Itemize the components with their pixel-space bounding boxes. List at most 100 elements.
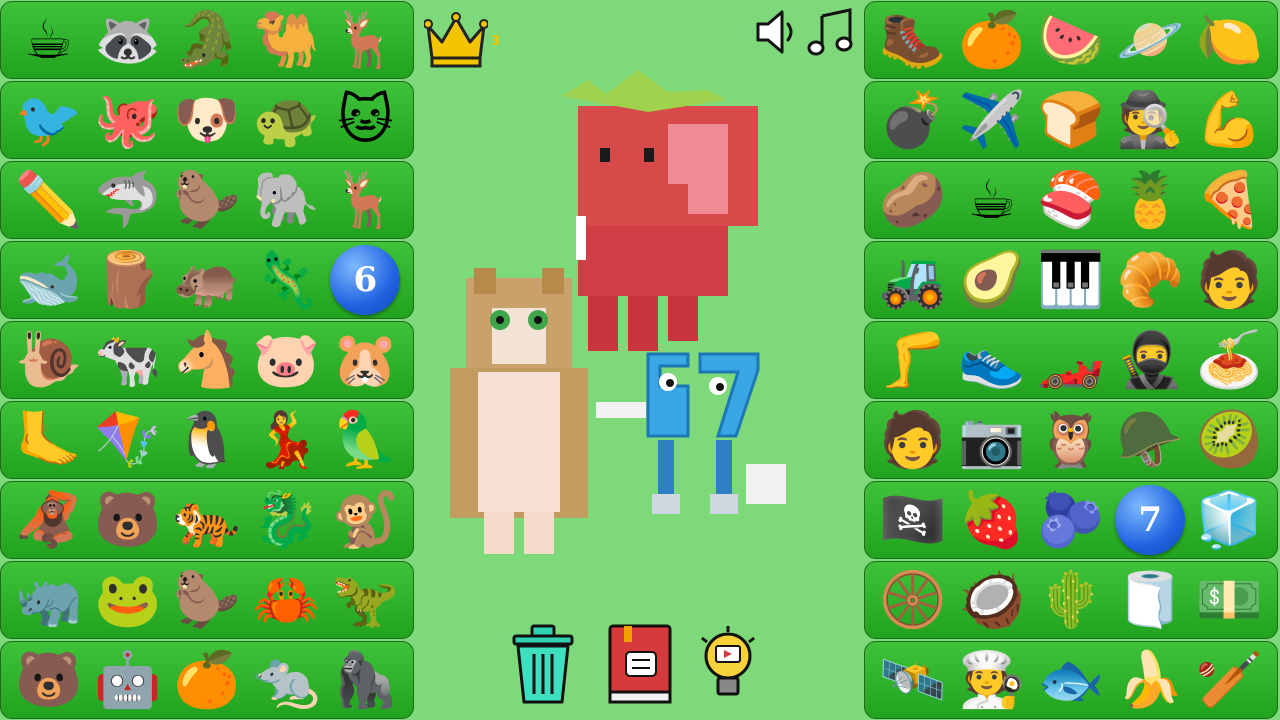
trash-can-icon[interactable] bbox=[504, 622, 582, 706]
croissant-icon[interactable]: 🥐 bbox=[1114, 244, 1186, 316]
horse-icon[interactable]: 🐴 bbox=[171, 324, 243, 396]
rhino-icon[interactable]: 🦏 bbox=[13, 564, 85, 636]
elephant-icon[interactable]: 🐘 bbox=[250, 164, 322, 236]
pizza-icon[interactable]: 🍕 bbox=[1193, 164, 1265, 236]
octopus-icon[interactable]: 🐙 bbox=[92, 84, 164, 156]
spaghetti-icon[interactable]: 🍝 bbox=[1193, 324, 1265, 396]
grapefruit-icon[interactable]: 🍊 bbox=[956, 4, 1028, 76]
pigeon-icon[interactable]: 🐦 bbox=[13, 84, 85, 156]
ninja-icon[interactable]: 🥷 bbox=[1114, 324, 1186, 396]
strawberry-icon[interactable]: 🍓 bbox=[956, 484, 1028, 556]
kiwi-icon[interactable]: 🥝 bbox=[1193, 404, 1265, 476]
number-seven-ball-icon[interactable]: 7 bbox=[1114, 484, 1186, 556]
pencil-icon[interactable]: ✏️ bbox=[13, 164, 85, 236]
rat-icon[interactable]: 🐀 bbox=[250, 644, 322, 716]
potato-icon[interactable]: 🥔 bbox=[877, 164, 949, 236]
left-row-4: 🐋 🪵 🦛 🦎 6 bbox=[0, 241, 414, 319]
legs-icon[interactable]: 🦵 bbox=[877, 324, 949, 396]
sixty-seven-robot-character[interactable] bbox=[596, 344, 796, 520]
prisoner-icon[interactable]: 🧑 bbox=[1193, 244, 1265, 316]
race-car-icon[interactable]: 🏎️ bbox=[1035, 324, 1107, 396]
orangutan-icon[interactable]: 🦧 bbox=[13, 484, 85, 556]
crab-icon[interactable]: 🦀 bbox=[250, 564, 322, 636]
sneakers-icon[interactable]: 👟 bbox=[956, 324, 1028, 396]
money-stack-icon[interactable]: 💵 bbox=[1193, 564, 1265, 636]
sound-speaker-icon[interactable] bbox=[752, 6, 802, 58]
music-note-icon[interactable] bbox=[806, 6, 856, 58]
crown-icon[interactable] bbox=[424, 12, 488, 70]
axolotl-icon[interactable]: 🦎 bbox=[250, 244, 322, 316]
deer-icon[interactable]: 🦌 bbox=[329, 164, 401, 236]
frog-icon[interactable]: 🐸 bbox=[92, 564, 164, 636]
parrot-icon[interactable]: 🦜 bbox=[329, 404, 401, 476]
satellite-icon[interactable]: 🛰️ bbox=[877, 644, 949, 716]
rapper-icon[interactable]: 🧑 bbox=[877, 404, 949, 476]
fridge-icon[interactable]: 🧊 bbox=[1193, 484, 1265, 556]
tank-icon[interactable]: 🪖 bbox=[1114, 404, 1186, 476]
capybara-icon[interactable]: 🦫 bbox=[171, 564, 243, 636]
shark-icon[interactable]: 🦈 bbox=[92, 164, 164, 236]
owl-icon[interactable]: 🦉 bbox=[1035, 404, 1107, 476]
mafia-man-icon[interactable]: 🕵️ bbox=[1114, 84, 1186, 156]
avocado-icon[interactable]: 🥑 bbox=[956, 244, 1028, 316]
gorilla-icon[interactable]: 🦍 bbox=[329, 644, 401, 716]
snail-icon[interactable]: 🐌 bbox=[13, 324, 85, 396]
cappuccino-icon[interactable]: ☕ bbox=[956, 164, 1028, 236]
tire-icon[interactable]: 🛞 bbox=[877, 564, 949, 636]
antelope-icon[interactable]: 🦌 bbox=[329, 4, 401, 76]
pig-icon[interactable]: 🐷 bbox=[250, 324, 322, 396]
blueberries-icon[interactable]: 🫐 bbox=[1035, 484, 1107, 556]
camel-icon[interactable]: 🐫 bbox=[250, 4, 322, 76]
pirate-ship-icon[interactable]: 🏴‍☠️ bbox=[877, 484, 949, 556]
fish-icon[interactable]: 🐟 bbox=[1035, 644, 1107, 716]
camera-icon[interactable]: 📷 bbox=[956, 404, 1028, 476]
beaver-icon[interactable]: 🦫 bbox=[171, 164, 243, 236]
hippo-icon[interactable]: 🦛 bbox=[171, 244, 243, 316]
boots-icon[interactable]: 🥾 bbox=[877, 4, 949, 76]
recipe-book-icon[interactable] bbox=[604, 622, 676, 706]
foot-icon[interactable]: 🦶 bbox=[13, 404, 85, 476]
ballerina-icon[interactable]: 💃 bbox=[250, 404, 322, 476]
wombat-icon[interactable]: 🐻 bbox=[13, 644, 85, 716]
dragon-icon[interactable]: 🐉 bbox=[250, 484, 322, 556]
hamster-icon[interactable]: 🐹 bbox=[329, 324, 401, 396]
lemon-icon[interactable]: 🍋 bbox=[1193, 4, 1265, 76]
cow-icon[interactable]: 🐄 bbox=[92, 324, 164, 396]
number-six-ball-icon[interactable]: 6 bbox=[329, 244, 401, 316]
planet-icon[interactable]: 🪐 bbox=[1114, 4, 1186, 76]
chimpanzee-icon[interactable]: 🐒 bbox=[329, 484, 401, 556]
ad-hint-lightbulb-icon[interactable] bbox=[696, 624, 760, 706]
fighter-jet-icon[interactable]: ✈️ bbox=[956, 84, 1028, 156]
blocky-figure-icon[interactable]: 🤖 bbox=[92, 644, 164, 716]
orange-icon[interactable]: 🍊 bbox=[171, 644, 243, 716]
turtle-icon[interactable]: 🐢 bbox=[250, 84, 322, 156]
cactus-icon[interactable]: 🌵 bbox=[1035, 564, 1107, 636]
bulldog-icon[interactable]: 🐶 bbox=[171, 84, 243, 156]
coconut-icon[interactable]: 🥥 bbox=[956, 564, 1028, 636]
log-icon[interactable]: 🪵 bbox=[92, 244, 164, 316]
penguin-icon[interactable]: 🐧 bbox=[171, 404, 243, 476]
toilet-paper-icon[interactable]: 🧻 bbox=[1114, 564, 1186, 636]
piano-icon[interactable]: 🎹 bbox=[1035, 244, 1107, 316]
watermelon-icon[interactable]: 🍉 bbox=[1035, 4, 1107, 76]
pixel-cat-character[interactable] bbox=[444, 268, 594, 558]
pineapple-icon[interactable]: 🍍 bbox=[1114, 164, 1186, 236]
banana-icon[interactable]: 🍌 bbox=[1114, 644, 1186, 716]
tractor-icon[interactable]: 🚜 bbox=[877, 244, 949, 316]
cat-icon[interactable]: 🐱 bbox=[329, 84, 401, 156]
dinosaur-icon[interactable]: 🦖 bbox=[329, 564, 401, 636]
bomb-icon[interactable]: 💣 bbox=[877, 84, 949, 156]
crocodile-icon[interactable]: 🐊 bbox=[171, 4, 243, 76]
coffee-cup-icon[interactable]: ☕ bbox=[13, 4, 85, 76]
bear-icon[interactable]: 🐻 bbox=[92, 484, 164, 556]
whale-icon[interactable]: 🐋 bbox=[13, 244, 85, 316]
toaster-icon[interactable]: 🍞 bbox=[1035, 84, 1107, 156]
baseball-bat-icon[interactable]: 🏏 bbox=[1193, 644, 1265, 716]
raccoon-icon[interactable]: 🦝 bbox=[92, 4, 164, 76]
chef-hat-icon[interactable]: 🧑‍🍳 bbox=[956, 644, 1028, 716]
tiger-icon[interactable]: 🐅 bbox=[171, 484, 243, 556]
sushi-roll-icon[interactable]: 🍣 bbox=[1035, 164, 1107, 236]
left-row-3: ✏️ 🦈 🦫 🐘 🦌 bbox=[0, 161, 414, 239]
diamond-plant-icon[interactable]: 🪁 bbox=[92, 404, 164, 476]
muscle-arm-icon[interactable]: 💪 bbox=[1193, 84, 1265, 156]
